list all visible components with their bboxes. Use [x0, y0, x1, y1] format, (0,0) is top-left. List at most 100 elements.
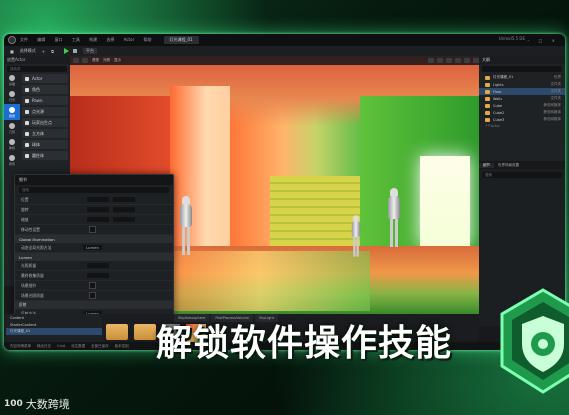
value-field[interactable]: [87, 197, 109, 202]
menu-bar: 文件 编辑 窗口 工具 构建 选择 Actor 帮助: [20, 37, 160, 43]
folder-icon: [485, 82, 490, 87]
status-cmd[interactable]: Cmd: [57, 344, 65, 348]
details-search[interactable]: 搜索: [19, 187, 169, 193]
outliner-row[interactable]: Lights 文件夹: [479, 81, 565, 88]
translate-icon[interactable]: [428, 58, 434, 63]
stop-icon[interactable]: [73, 49, 77, 53]
outliner-search[interactable]: [482, 66, 562, 72]
value-field[interactable]: [113, 197, 135, 202]
scene-floor-reflection: [150, 251, 370, 311]
checkbox[interactable]: [89, 282, 96, 289]
category-all[interactable]: 所有: [4, 152, 20, 168]
status-source-control[interactable]: 版本控制: [115, 344, 129, 349]
value-field[interactable]: [113, 217, 135, 222]
tab-world-settings[interactable]: 世界场景设置: [494, 163, 523, 168]
category-list: 基础 灯光 视觉 几何 体积 所有: [4, 72, 20, 168]
mannequin-figure[interactable]: [388, 188, 400, 250]
outliner-row[interactable]: Cube3 静态网格体: [479, 116, 565, 123]
camera-speed-icon[interactable]: [464, 58, 470, 63]
shield-gear-badge-icon: [500, 288, 569, 394]
transform-button[interactable]: [82, 58, 88, 63]
value-field[interactable]: [113, 207, 135, 212]
mannequin-figure[interactable]: [351, 215, 361, 258]
actor-item-point-light[interactable]: 点光源: [22, 107, 68, 116]
status-derived-data[interactable]: 派生数据: [71, 344, 85, 349]
menu-item-window[interactable]: 窗口: [55, 37, 63, 42]
place-actors-title: 放置Actor: [4, 56, 70, 64]
select-mode-dropdown[interactable]: 选择模式: [20, 48, 36, 54]
tree-item-content[interactable]: Content: [6, 314, 102, 321]
perspective-button[interactable]: 透视: [92, 58, 99, 63]
light-icon: [9, 90, 15, 97]
checkbox[interactable]: [89, 292, 96, 299]
tree-item-starter-content[interactable]: StarterContent: [6, 321, 102, 328]
status-content-drawer[interactable]: 内容侧滑菜单: [10, 344, 31, 349]
property-row: 场景光照质量: [15, 291, 173, 301]
menu-item-edit[interactable]: 编辑: [37, 37, 45, 42]
actor-item-cylinder[interactable]: 圆柱体: [22, 151, 68, 160]
save-icon: ■: [10, 48, 14, 54]
rotate-icon[interactable]: [437, 58, 443, 63]
menu-item-build[interactable]: 构建: [89, 37, 97, 42]
actor-item-actor[interactable]: Actor: [22, 74, 68, 83]
status-output-log[interactable]: 输出日志: [37, 344, 51, 349]
add-actor-button[interactable]: +: [42, 49, 45, 54]
outliner-row[interactable]: Cube 静态网格体: [479, 102, 565, 109]
menu-item-actor[interactable]: Actor: [124, 37, 135, 42]
menu-item-file[interactable]: 文件: [20, 37, 28, 42]
outliner-row[interactable]: Walls 文件夹: [479, 95, 565, 102]
save-button[interactable]: ■: [10, 49, 14, 54]
menu-item-help[interactable]: 帮助: [144, 37, 152, 42]
category-basic[interactable]: 基础: [4, 72, 20, 88]
mannequin-figure[interactable]: [180, 196, 192, 258]
gi-method-dropdown[interactable]: Lumen: [83, 245, 102, 250]
outliner-title: 大纲: [479, 56, 565, 64]
menu-item-select[interactable]: 选择: [106, 37, 114, 42]
play-icon[interactable]: [64, 48, 69, 54]
property-row: 场景细节: [15, 281, 173, 291]
outliner-row[interactable]: Cube2 静态网格体: [479, 109, 565, 116]
actor-item-sphere[interactable]: 球体: [22, 140, 68, 149]
scale-icon[interactable]: [446, 58, 452, 63]
value-field[interactable]: [87, 263, 109, 268]
promo-title: 解锁软件操作技能: [156, 323, 453, 364]
actor-item-character[interactable]: 角色: [22, 85, 68, 94]
category-visual[interactable]: 视觉: [4, 104, 20, 120]
status-saved[interactable]: 全部已保存: [91, 344, 109, 349]
category-geometry[interactable]: 几何: [4, 120, 20, 136]
lit-mode-button[interactable]: 光照: [103, 58, 110, 63]
outliner-panel: 大纲 灯光课程_01 世界 Lights 文件夹 Floor 文件夹 Walls 文件夹…: [479, 56, 565, 161]
folder-asset[interactable]: [134, 324, 156, 340]
tab-details[interactable]: 细节: [479, 162, 494, 168]
actor-list: Actor 角色 Pawn 点光源 玩家出生点 立方体 球体 圆柱体: [22, 74, 68, 162]
value-field[interactable]: [87, 217, 109, 222]
actor-item-pawn[interactable]: Pawn: [22, 96, 68, 105]
grid-snap-icon[interactable]: [455, 58, 461, 63]
viewport-menu-button[interactable]: [73, 58, 79, 63]
value-field[interactable]: [87, 273, 109, 278]
right-details-search[interactable]: 搜索: [482, 172, 562, 178]
window-controls[interactable]: – □ ×: [527, 38, 559, 43]
section-reflection[interactable]: 反射: [15, 301, 173, 309]
show-button[interactable]: 显示: [114, 58, 121, 63]
outliner-row[interactable]: 灯光课程_01 世界: [479, 74, 565, 81]
platform-dropdown[interactable]: 平台: [83, 48, 97, 54]
sphere-icon: [25, 142, 29, 147]
engine-logo-icon[interactable]: [8, 36, 16, 44]
outliner-row[interactable]: Floor 文件夹: [479, 88, 565, 95]
menu-item-tools[interactable]: 工具: [72, 37, 80, 42]
actor-item-cube[interactable]: 立方体: [22, 129, 68, 138]
checkbox[interactable]: [89, 226, 96, 233]
section-lumen[interactable]: Lumen: [15, 253, 173, 261]
folder-icon: [485, 96, 490, 101]
actor-item-player-start[interactable]: 玩家出生点: [22, 118, 68, 127]
folder-asset[interactable]: [106, 324, 128, 340]
mesh-icon: [485, 117, 490, 122]
tree-item-level-folder[interactable]: 灯光课程_01: [6, 328, 102, 335]
value-field[interactable]: [87, 207, 109, 212]
category-volumes[interactable]: 体积: [4, 136, 20, 152]
blueprint-button[interactable]: ⧉: [51, 49, 54, 54]
level-tab[interactable]: 灯光课程_01: [163, 36, 199, 44]
section-global-illumination[interactable]: Global Illumination: [15, 235, 173, 243]
category-lights[interactable]: 灯光: [4, 88, 20, 104]
